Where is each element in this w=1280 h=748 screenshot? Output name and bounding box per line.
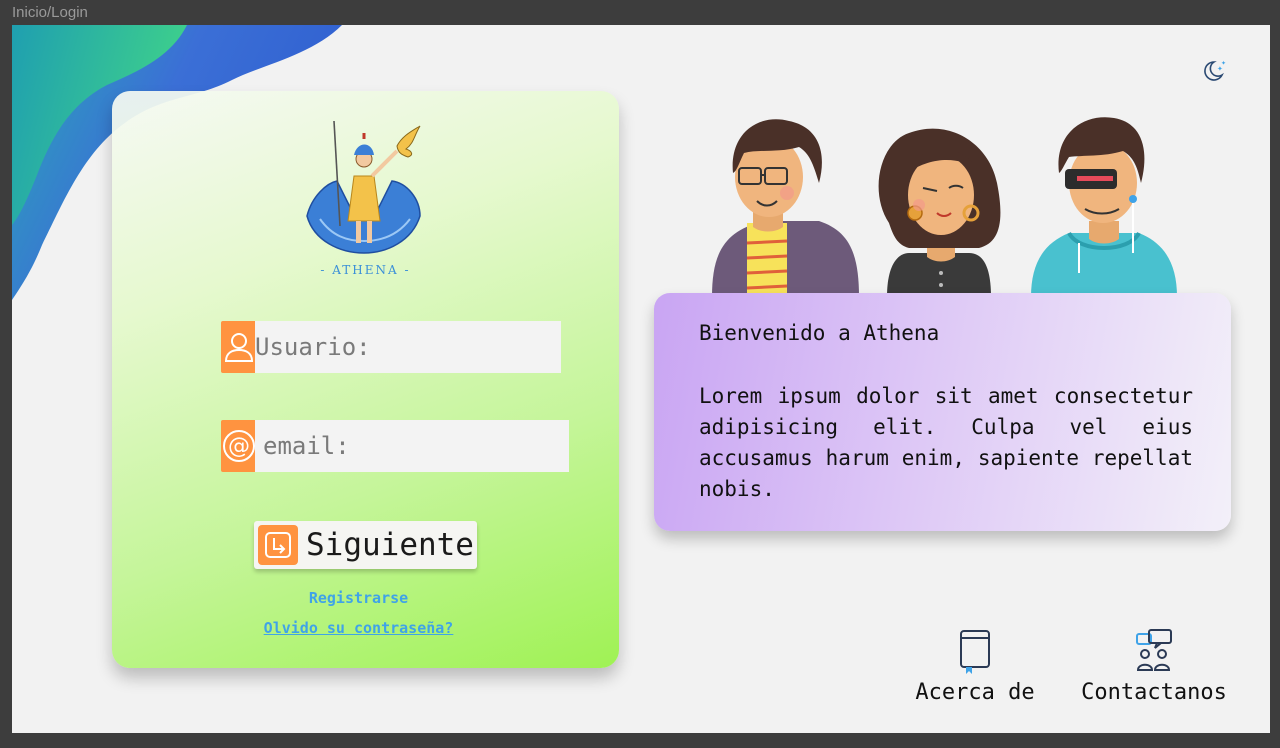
- login-card: - ATHENA - @: [112, 91, 619, 668]
- people-illustration: [712, 117, 1177, 297]
- username-field: [221, 321, 561, 373]
- register-link[interactable]: Registrarse: [105, 589, 612, 607]
- contact-label: Contactanos: [1081, 680, 1227, 705]
- email-field: @: [221, 420, 569, 472]
- forgot-password-link[interactable]: Olvido su contraseña?: [105, 619, 612, 637]
- window-title: Inicio/Login: [12, 4, 88, 21]
- username-input[interactable]: [255, 321, 561, 373]
- about-label: Acerca de: [915, 680, 1035, 705]
- user-icon: [221, 321, 257, 373]
- chat-users-icon: [1136, 629, 1172, 671]
- email-input[interactable]: [255, 420, 569, 472]
- welcome-body: Lorem ipsum dolor sit amet consectetur a…: [699, 384, 1193, 501]
- brand-name: - ATHENA -: [320, 263, 411, 277]
- contact-link[interactable]: Contactanos: [1070, 628, 1238, 705]
- next-button[interactable]: Siguiente: [254, 521, 477, 569]
- svg-text:@: @: [228, 434, 250, 459]
- book-icon: [960, 630, 990, 674]
- about-link[interactable]: Acerca de: [905, 628, 1045, 705]
- app-canvas: ✦ ✦ - ATHENA - Usuario: @ email: Siguien…: [12, 25, 1270, 733]
- at-icon: @: [221, 420, 257, 472]
- athena-logo: [306, 121, 421, 254]
- welcome-card: Bienvenido a Athena Lorem ipsum dolor si…: [654, 293, 1231, 531]
- svg-text:✦: ✦: [1221, 60, 1226, 67]
- enter-icon: [258, 525, 298, 565]
- welcome-title: Bienvenido a Athena: [699, 321, 940, 345]
- moon-stars-icon[interactable]: ✦ ✦: [1200, 57, 1228, 85]
- next-button-label: Siguiente: [306, 527, 474, 563]
